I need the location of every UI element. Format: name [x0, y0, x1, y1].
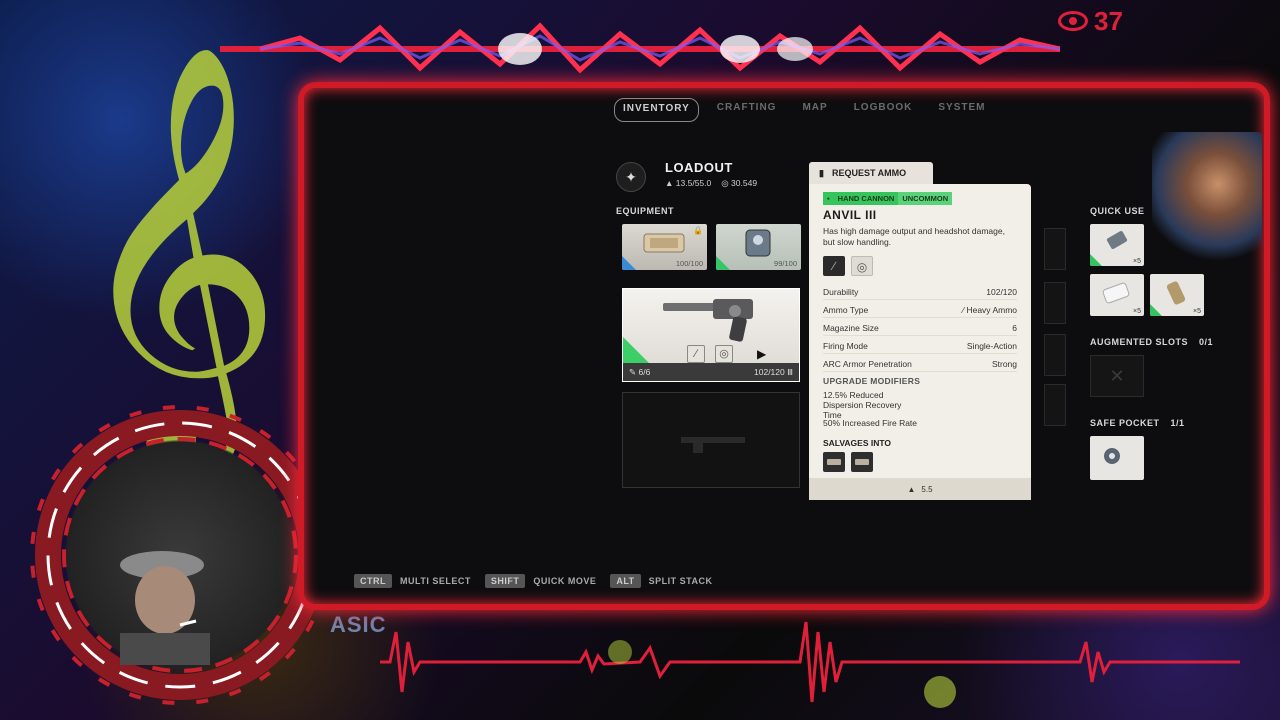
salvage-item [851, 452, 873, 472]
equipment-slot-shield[interactable]: 🔒 100/100 [622, 224, 707, 270]
tab-inventory[interactable]: INVENTORY [614, 98, 699, 122]
backpack-slot[interactable] [1044, 334, 1066, 376]
hand-cannon-image [663, 299, 753, 342]
loadout-header: ✦ LOADOUT ▲ 13.5/55.0 ◎ 30.549 [616, 160, 806, 196]
stat-armor-penetration: ARC Armor Penetration Strong [823, 356, 1017, 372]
upgrade-modifier: 50% Increased Fire Rate [823, 418, 918, 428]
value-stat: ◎ 30.549 [721, 178, 758, 188]
heavy-ammo-icon: ∕ [962, 304, 965, 315]
backpack-slot[interactable] [1044, 282, 1066, 324]
tag-icon: ▪ [823, 192, 834, 205]
tag-rarity: UNCOMMON [898, 192, 953, 205]
equipment-slot-augment[interactable]: 99/100 [716, 224, 801, 270]
audio-waveform-top [220, 22, 1060, 74]
tab-system[interactable]: SYSTEM [930, 98, 993, 122]
backpack-slot[interactable] [1044, 228, 1066, 270]
tag-weapon-class: HAND CANNON [833, 192, 899, 205]
rarity-corner [622, 256, 636, 270]
audio-waveform-bottom [380, 621, 1240, 708]
rarity-corner [1090, 254, 1102, 266]
key-alt: ALT [610, 574, 641, 588]
quick-use-slot[interactable]: ×5 [1150, 274, 1204, 316]
quick-use-label: QUICK USE [1090, 206, 1145, 216]
attachment-slot-grip[interactable]: ◎ [715, 345, 733, 363]
stat-firing-mode: Firing Mode Single-Action [823, 338, 1017, 354]
background-brand-text: ASIC [330, 612, 387, 637]
empty-slot-cross-icon: ✕ [1109, 366, 1125, 386]
upgrade-modifiers-title: UPGRADE MODIFIERS [823, 376, 921, 386]
equipment-label: EQUIPMENT [616, 206, 675, 216]
key-ctrl: CTRL [354, 574, 392, 588]
shield-condition: 100/100 [675, 259, 703, 268]
treble-clef-graphic: 𝄞 [70, 40, 283, 459]
weapon-slot-primary[interactable]: ∕ ◎ ▶ ✎ 6/6 102/120 Ⅲ [622, 288, 800, 382]
item-tags: ▪ HAND CANNON UNCOMMON [823, 192, 953, 205]
barrel-attachment-icon: ∕ [823, 256, 845, 276]
salvages-into-title: SALVAGES INTO [823, 438, 892, 448]
loadout-title: LOADOUT [665, 160, 733, 175]
upgrade-modifier: 12.5% Reduced Dispersion Recovery Time [823, 390, 902, 420]
webcam-person [120, 551, 210, 665]
rarity-corner [1150, 304, 1162, 316]
lock-icon: 🔒 [693, 226, 703, 235]
quick-use-slot[interactable]: ×5 [1090, 274, 1144, 316]
augmented-slot[interactable]: ✕ [1090, 355, 1144, 397]
eye-icon [1058, 11, 1088, 31]
weight-icon: ▲ [907, 484, 916, 494]
item-description: Has high damage output and headshot dama… [823, 226, 1005, 247]
streamer-webcam [1152, 132, 1262, 262]
tab-crafting[interactable]: CRAFTING [709, 98, 785, 122]
safe-pocket-item-icon [1104, 448, 1120, 464]
hint-quick-move: SHIFT QUICK MOVE [484, 574, 597, 588]
item-tooltip: ▪ HAND CANNON UNCOMMON ANVIL III Has hig… [809, 184, 1031, 500]
loadout-stats: ▲ 13.5/55.0 ◎ 30.549 [665, 178, 757, 189]
key-shift: SHIFT [484, 574, 526, 588]
hint-multi-select: CTRL MULTI SELECT [354, 574, 471, 588]
coin-icon: ◎ [721, 178, 729, 188]
salvage-item [823, 452, 845, 472]
augmented-slots-label: AUGMENTED SLOTS 0/1 [1090, 337, 1214, 347]
key-hints: CTRL MULTI SELECT SHIFT QUICK MOVE ALT S… [354, 574, 713, 588]
rarity-corner [716, 256, 730, 270]
ammo-count: ✎ 6/6 [629, 366, 651, 377]
empty-weapon-silhouette-icon [681, 437, 745, 453]
viewer-count-value: 37 [1094, 5, 1123, 36]
stat-ammo-type: Ammo Type ∕ Heavy Ammo [823, 302, 1017, 318]
weight-stat: ▲ 13.5/55.0 [665, 178, 712, 188]
game-window: INVENTORY CRAFTING MAP LOGBOOK SYSTEM ✦ … [298, 82, 1270, 610]
tab-logbook[interactable]: LOGBOOK [846, 98, 921, 122]
tier-icon: Ⅲ [787, 366, 793, 377]
safe-pocket-slot[interactable] [1090, 436, 1144, 480]
rarity-corner [623, 337, 649, 363]
safe-pocket-label: SAFE POCKET 1/1 [1090, 418, 1185, 428]
tab-map[interactable]: MAP [794, 98, 835, 122]
stat-durability: Durability 102/120 [823, 284, 1017, 300]
stat-magazine-size: Magazine Size 6 [823, 320, 1017, 336]
request-ammo-button[interactable]: ▮ REQUEST AMMO [809, 162, 933, 184]
loadout-icon[interactable]: ✦ [616, 162, 646, 192]
hint-split-stack: ALT SPLIT STACK [610, 574, 712, 588]
attachment-slot-barrel[interactable]: ∕ [687, 345, 705, 363]
backpack-slot[interactable] [1044, 384, 1066, 426]
item-name: ANVIL III [823, 208, 877, 222]
grip-attachment-icon: ◎ [851, 256, 873, 276]
mouse-cursor-icon: ▶ [757, 347, 767, 361]
item-weight: ▲ 5.5 [809, 478, 1031, 500]
augment-condition: 99/100 [774, 259, 797, 268]
weapon-durability: 102/120 Ⅲ [754, 366, 793, 377]
viewer-count: 37 [1058, 6, 1148, 36]
weight-icon: ▲ [665, 178, 674, 188]
quick-use-slot[interactable]: ×5 [1090, 224, 1144, 266]
weapon-status-bar: ✎ 6/6 102/120 Ⅲ [623, 363, 799, 381]
top-tabs: INVENTORY CRAFTING MAP LOGBOOK SYSTEM [614, 98, 994, 122]
weapon-slot-secondary[interactable] [622, 392, 800, 488]
ammo-icon: ▮ [819, 167, 824, 178]
